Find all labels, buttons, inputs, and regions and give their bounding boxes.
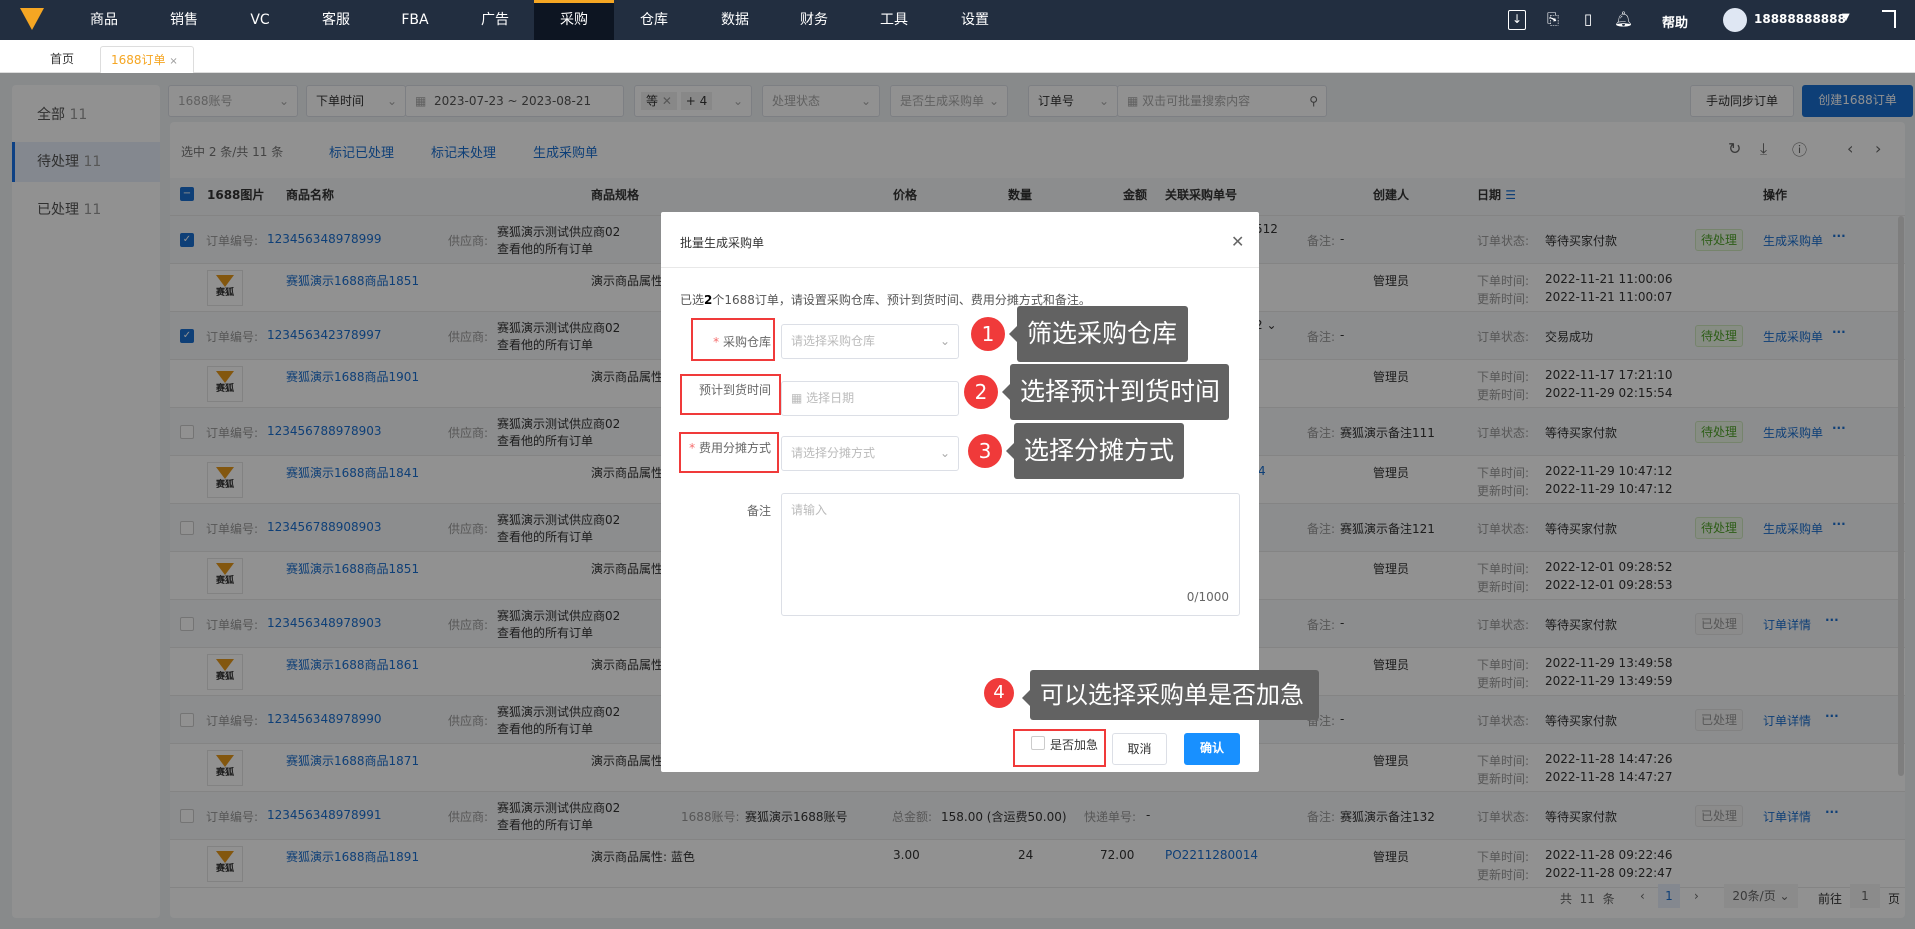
callout-1: 筛选采购仓库 — [1009, 306, 1188, 362]
step-badge-1: 1 — [971, 317, 1005, 351]
callout-2: 选择预计到货时间 — [1002, 364, 1229, 420]
t: 已选 — [680, 293, 705, 307]
caret-down-icon[interactable]: ▼ — [1842, 12, 1850, 23]
callout-3: 选择分摊方式 — [1006, 423, 1184, 479]
nav-item[interactable]: 数据 — [695, 0, 775, 40]
callout-4: 可以选择采购单是否加急 — [1022, 670, 1319, 720]
placeholder: 请选择分摊方式 — [791, 446, 876, 460]
placeholder: 请输入 — [791, 503, 828, 517]
annotation-box-urgent — [1013, 729, 1106, 767]
placeholder: 选择日期 — [806, 391, 855, 405]
allocation-select[interactable]: 请选择分摊方式 ⌄ — [781, 436, 959, 471]
char-count: 0/1000 — [1186, 590, 1229, 604]
step-badge-2: 2 — [964, 375, 998, 409]
close-icon[interactable]: ✕ — [1231, 232, 1244, 251]
logo-icon[interactable] — [20, 8, 44, 30]
nav-item[interactable]: 仓库 — [614, 0, 694, 40]
close-icon[interactable]: × — [169, 56, 177, 67]
user-name[interactable]: 18888888888 — [1754, 12, 1846, 26]
nav-item[interactable]: 采购 — [534, 0, 614, 40]
bell-icon[interactable]: 🔔︎ — [1614, 10, 1633, 30]
nav-item[interactable]: 销售 — [144, 0, 224, 40]
top-nav: 商品 销售 VC 客服 FBA 广告 采购 仓库 数据 财务 工具 设置 ↓ ⎘ ▯ 🔔︎ 帮助 18… — [0, 0, 1915, 40]
step-badge-4: 4 — [984, 678, 1014, 708]
divider — [661, 267, 1259, 268]
remark-textarea[interactable]: 请输入 0/1000 — [781, 493, 1240, 616]
warehouse-select[interactable]: 请选择采购仓库 ⌄ — [781, 324, 959, 359]
annotation-box-arrival — [680, 374, 781, 415]
tab-bar: 首页 1688订单 × — [0, 40, 1915, 73]
help-link[interactable]: 帮助 — [1662, 12, 1688, 31]
arrival-date-picker[interactable]: ▦ 选择日期 — [781, 381, 959, 416]
nav-item[interactable]: 商品 — [64, 0, 144, 40]
download-icon[interactable]: ↓ — [1508, 10, 1526, 30]
t: 个1688订单，请设置采购仓库、预计到货时间、费用分摊方式和备注。 — [712, 293, 1091, 307]
chevron-down-icon: ⌄ — [939, 446, 950, 460]
tab-label: 1688订单 — [111, 53, 166, 67]
nav-item[interactable]: 设置 — [935, 0, 1015, 40]
nav-item[interactable]: FBA — [375, 0, 455, 40]
fullscreen-icon[interactable] — [1882, 10, 1896, 28]
annotation-box-allocation — [679, 432, 779, 473]
tab-home[interactable]: 首页 — [40, 46, 84, 73]
calendar-icon: ▦ — [791, 391, 803, 405]
mobile-icon[interactable]: ▯ — [1579, 10, 1597, 30]
nav-item[interactable]: 广告 — [455, 0, 535, 40]
annotation-box-warehouse — [691, 318, 775, 361]
document-add-icon[interactable]: ⎘ — [1544, 10, 1562, 30]
step-badge-3: 3 — [968, 434, 1002, 468]
nav-item[interactable]: 客服 — [296, 0, 376, 40]
avatar[interactable] — [1723, 8, 1747, 32]
cancel-button[interactable]: 取消 — [1112, 733, 1167, 765]
remark-label: 备注 — [746, 504, 771, 518]
placeholder: 请选择采购仓库 — [791, 334, 876, 348]
dialog-title: 批量生成采购单 — [680, 236, 765, 250]
tab-1688-orders[interactable]: 1688订单 × — [100, 46, 194, 73]
nav-item[interactable]: 工具 — [854, 0, 934, 40]
nav-item[interactable]: VC — [220, 0, 300, 40]
confirm-button[interactable]: 确认 — [1184, 733, 1240, 765]
chevron-down-icon: ⌄ — [939, 334, 950, 348]
nav-item[interactable]: 财务 — [774, 0, 854, 40]
